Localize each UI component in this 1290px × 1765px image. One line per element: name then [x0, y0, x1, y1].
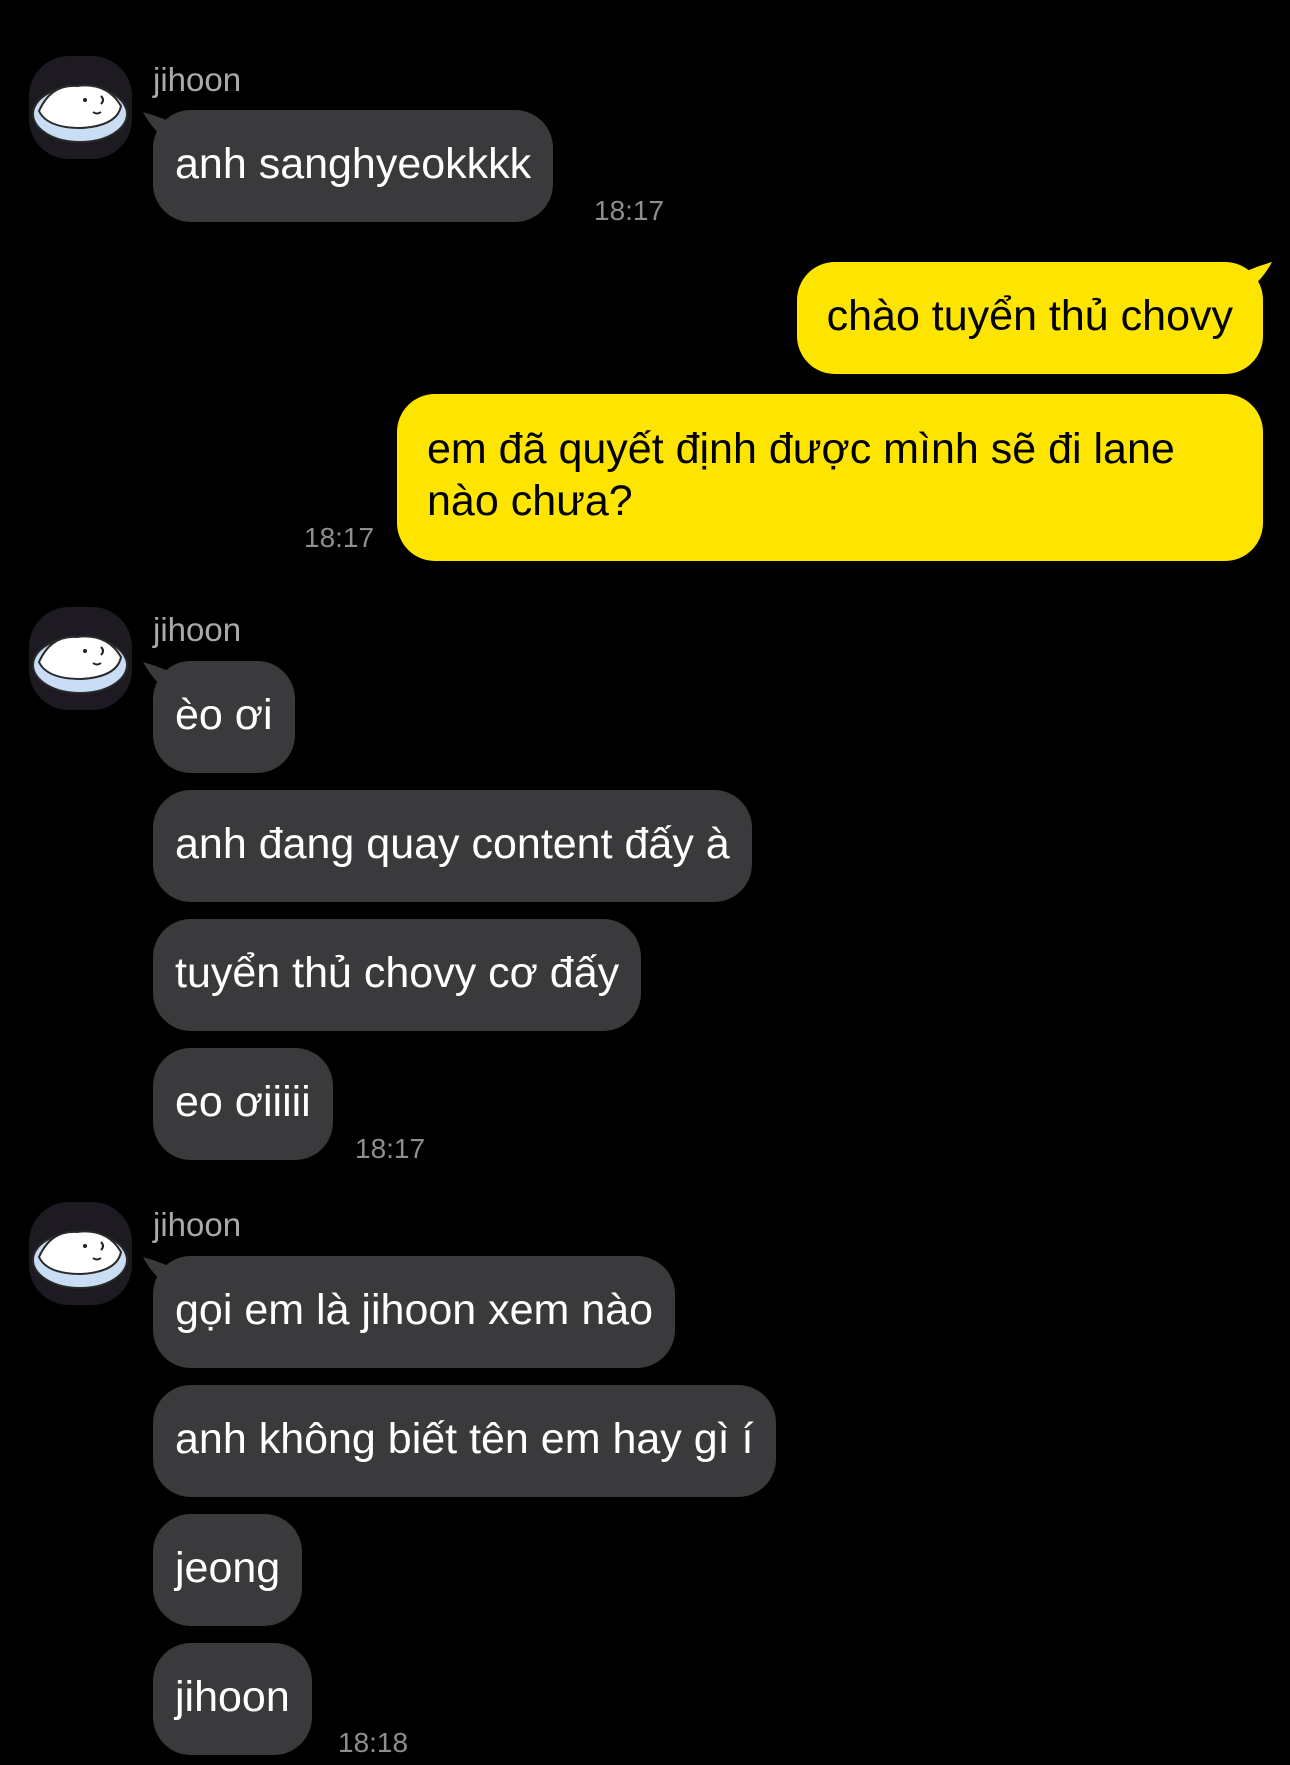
incoming-message-bubble[interactable]: jihoon — [153, 1643, 312, 1755]
message-timestamp: 18:18 — [338, 1727, 409, 1758]
message-timestamp: 18:17 — [355, 1133, 426, 1164]
sender-name: jihoon — [153, 61, 242, 98]
outgoing-message-bubble[interactable]: em đã quyết định được mình sẽ đi lane nà… — [397, 394, 1263, 561]
sleeping-blob-avatar-icon — [32, 1230, 128, 1289]
outgoing-message-bubble[interactable]: chào tuyển thủ chovy — [796, 262, 1263, 374]
sender-avatar[interactable] — [29, 607, 132, 710]
incoming-message-bubble[interactable]: anh đang quay content đấy à — [153, 790, 752, 902]
bubble-tail — [1242, 262, 1272, 292]
sender-name: jihoon — [153, 1206, 242, 1243]
sleeping-blob-avatar-icon — [32, 635, 128, 694]
sender-name: jihoon — [153, 611, 242, 648]
message-timestamp: 18:17 — [594, 195, 665, 226]
incoming-message-bubble[interactable]: eo ơiiiii — [153, 1048, 333, 1160]
incoming-message-bubble[interactable]: èo ơi — [153, 661, 295, 773]
sender-avatar[interactable] — [29, 1202, 132, 1305]
incoming-message-bubble[interactable]: anh sanghyeokkkk — [153, 110, 554, 222]
incoming-message-bubble[interactable]: jeong — [153, 1514, 303, 1626]
incoming-message-bubble[interactable]: tuyển thủ chovy cơ đấy — [153, 919, 642, 1031]
incoming-message-bubble[interactable]: gọi em là jihoon xem nào — [153, 1256, 676, 1368]
message-timestamp: 18:17 — [304, 522, 375, 553]
incoming-message-bubble[interactable]: anh không biết tên em hay gì í — [153, 1385, 776, 1497]
sleeping-blob-avatar-icon — [32, 84, 128, 143]
sender-avatar[interactable] — [29, 56, 132, 159]
